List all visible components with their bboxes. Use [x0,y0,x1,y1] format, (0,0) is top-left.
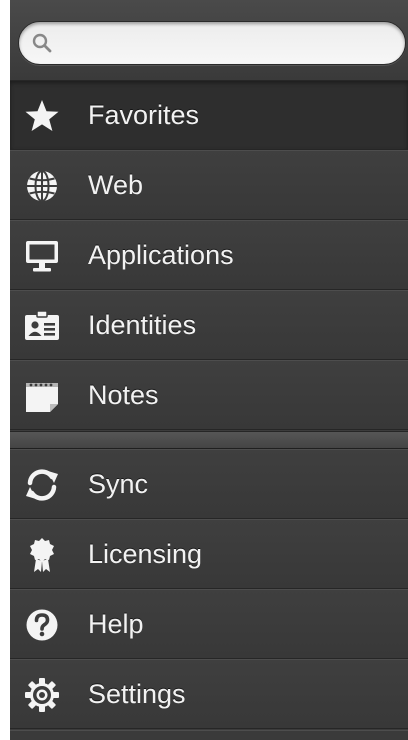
menu-item-label: Identities [88,310,197,340]
menu-item-label: Applications [88,240,234,270]
menu-item-label: Sync [88,469,149,499]
id-card-icon [25,310,59,340]
search-field[interactable] [18,21,406,65]
menu-item-label: Notes [88,380,159,410]
search-input[interactable] [59,28,393,60]
ribbon-badge-icon [30,538,54,572]
menu-item-sync[interactable]: Sync [10,449,408,519]
menu-item-label: Favorites [88,100,200,130]
help-icon [26,609,58,641]
sync-icon [26,469,58,501]
menu-item-notes[interactable]: Notes [10,360,408,430]
gear-icon [25,678,59,712]
menu-item-applications[interactable]: Applications [10,220,408,290]
menu-item-web[interactable]: Web [10,150,408,220]
globe-icon [27,170,57,202]
bottom-edge [10,730,408,740]
monitor-icon [26,241,58,272]
menu-item-label: Web [88,170,144,200]
menu-item-label: Licensing [88,539,203,569]
menu-item-settings[interactable]: Settings [10,659,408,729]
menu-item-label: Settings [88,679,186,709]
notepad-icon [26,383,58,412]
section-divider [10,431,408,449]
sidebar-menu: Favorites Web Applications Identities No… [10,0,408,740]
star-icon [25,100,59,131]
search-icon [32,33,52,53]
menu-item-favorites[interactable]: Favorites [10,80,408,150]
search-bar [10,0,408,81]
menu-item-help[interactable]: Help [10,589,408,659]
menu-item-identities[interactable]: Identities [10,290,408,360]
menu-item-licensing[interactable]: Licensing [10,519,408,589]
menu-item-label: Help [88,609,144,639]
